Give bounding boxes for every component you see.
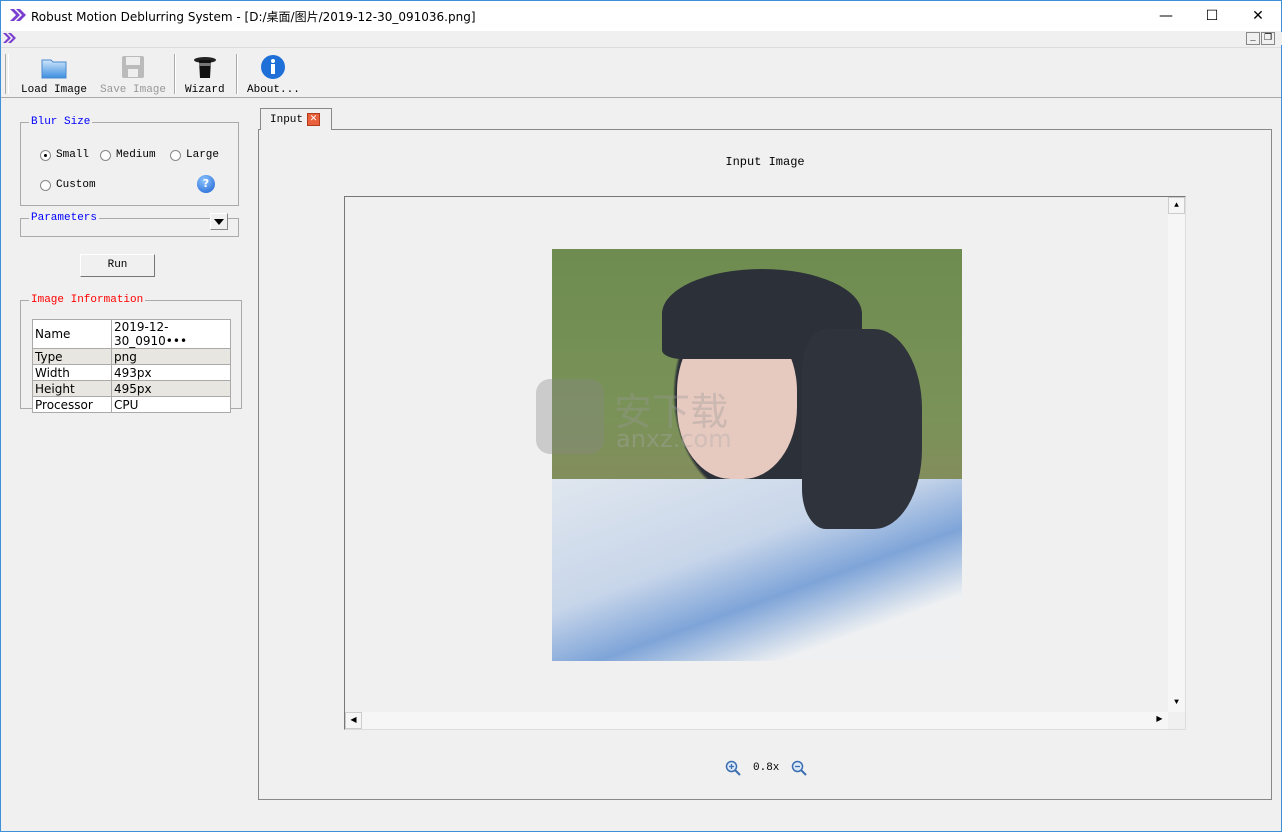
about-button[interactable]: About... xyxy=(247,54,300,96)
info-key: Height xyxy=(32,380,112,397)
info-value: 493px xyxy=(111,364,231,381)
mdi-logo-icon xyxy=(3,33,16,43)
magic-hat-icon xyxy=(193,57,216,78)
scroll-up-button[interactable]: ▲ xyxy=(1168,197,1185,214)
app-logo-icon xyxy=(10,9,26,21)
save-image-button[interactable]: Save Image xyxy=(100,54,166,96)
info-row: Name 2019-12-30_0910••• xyxy=(32,319,231,349)
blur-size-legend: Blur Size xyxy=(31,116,91,128)
info-value: CPU xyxy=(111,396,231,413)
scroll-down-button[interactable]: ▼ xyxy=(1168,695,1185,712)
close-button[interactable]: ✕ xyxy=(1235,1,1281,31)
vertical-scrollbar[interactable]: ▲ ▼ xyxy=(1168,197,1185,712)
mdi-restore-button[interactable]: ❐ xyxy=(1261,32,1275,45)
tab-close-icon[interactable]: ✕ xyxy=(307,113,321,126)
tab-input[interactable]: Input ✕ xyxy=(260,108,332,130)
mdi-minimize-button[interactable]: _ xyxy=(1246,32,1260,45)
parameters-legend: Parameters xyxy=(31,212,98,224)
tab-label: Input xyxy=(270,113,304,126)
mdi-close-button[interactable] xyxy=(1276,32,1282,45)
zoom-in-icon[interactable] xyxy=(725,760,741,776)
parameters-expand-button[interactable] xyxy=(210,213,228,230)
info-row: Width 493px xyxy=(32,364,231,381)
title-bar: Robust Motion Deblurring System - [D:/桌面… xyxy=(1,1,1281,31)
load-image-label: Load Image xyxy=(21,84,88,96)
info-value: 2019-12-30_0910••• xyxy=(111,319,231,349)
load-image-button[interactable]: Load Image xyxy=(21,54,87,96)
wizard-button[interactable]: Wizard xyxy=(185,54,225,96)
info-row: Processor CPU xyxy=(32,396,231,413)
parameters-group: Parameters xyxy=(20,212,239,237)
scroll-right-button[interactable]: ▶ xyxy=(1151,712,1168,729)
image-info-legend: Image Information xyxy=(31,294,144,306)
floppy-disk-icon xyxy=(122,56,144,78)
triangle-down-icon xyxy=(214,219,224,225)
info-value: png xyxy=(111,348,231,365)
help-icon[interactable]: ? xyxy=(197,175,215,193)
menu-bar xyxy=(1,31,1281,47)
toolbar-grip[interactable] xyxy=(5,54,9,94)
run-button[interactable]: Run xyxy=(80,254,155,277)
zoom-out-icon[interactable] xyxy=(791,760,807,776)
info-key: Name xyxy=(32,319,112,349)
radio-custom[interactable]: Custom xyxy=(40,179,96,191)
about-label: About... xyxy=(247,84,300,96)
wizard-label: Wizard xyxy=(185,84,225,96)
info-key: Processor xyxy=(32,396,112,413)
radio-indicator xyxy=(40,179,51,191)
watermark: 安下载 anxz.com xyxy=(536,379,746,459)
scroll-left-button[interactable]: ◀ xyxy=(345,712,362,729)
toolbar-separator xyxy=(236,54,238,94)
info-row: Height 495px xyxy=(32,380,231,397)
folder-icon xyxy=(41,59,67,79)
horizontal-scrollbar[interactable]: ◀ ▶ xyxy=(345,712,1168,729)
info-row: Type png xyxy=(32,348,231,365)
toolbar: Load Image Save Image Wizard About... xyxy=(1,47,1281,98)
save-image-label: Save Image xyxy=(100,84,167,96)
viewer-title: Input Image xyxy=(725,155,805,169)
info-value: 495px xyxy=(111,380,231,397)
image-info-table: Name 2019-12-30_0910••• Type png Width 493px H… xyxy=(32,319,231,413)
zoom-level: 0.8x xyxy=(753,762,780,774)
minimize-button[interactable]: — xyxy=(1143,1,1189,31)
info-icon xyxy=(261,55,286,79)
window-title: Robust Motion Deblurring System - [D:/桌面… xyxy=(31,10,476,24)
radio-label: Custom xyxy=(56,179,96,191)
maximize-button[interactable]: ☐ xyxy=(1189,1,1235,31)
info-key: Width xyxy=(32,364,112,381)
toolbar-separator xyxy=(174,54,176,94)
info-key: Type xyxy=(32,348,112,365)
